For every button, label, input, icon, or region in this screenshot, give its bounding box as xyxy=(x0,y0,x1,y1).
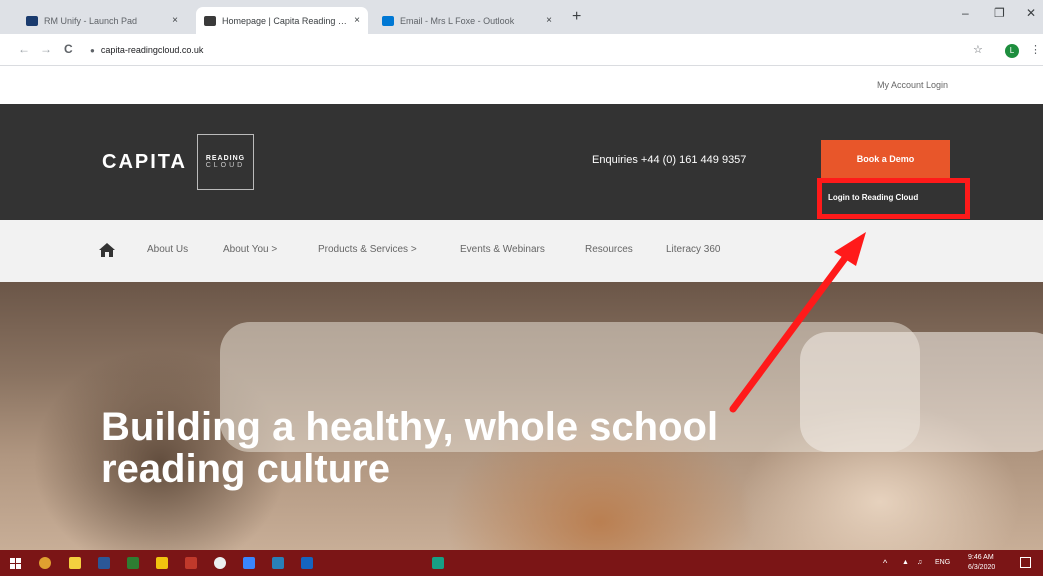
tray-chevron-icon[interactable]: ^ xyxy=(883,558,887,568)
volume-icon[interactable]: ♫ xyxy=(917,559,922,566)
excel-icon[interactable] xyxy=(127,557,139,569)
annotation-arrow xyxy=(729,232,866,413)
outlook-icon[interactable] xyxy=(301,557,313,569)
powerpoint-icon[interactable] xyxy=(185,557,197,569)
photos-icon[interactable] xyxy=(272,557,284,569)
network-icon[interactable]: ▲ xyxy=(902,559,909,566)
mail-icon[interactable] xyxy=(156,557,168,569)
notifications-icon[interactable] xyxy=(1020,557,1031,568)
screen: RM Unify - Launch Pad × Homepage | Capit… xyxy=(0,0,1043,576)
app-icon[interactable] xyxy=(432,557,444,569)
onedrive-icon[interactable] xyxy=(214,557,226,569)
store-icon[interactable] xyxy=(69,557,81,569)
word-icon[interactable] xyxy=(98,557,110,569)
windows-taskbar: ^ ▲ ♫ ENG 9:46 AM 6/3/2020 xyxy=(0,550,1043,576)
windows-start-icon[interactable] xyxy=(10,558,21,569)
chrome-icon[interactable] xyxy=(39,557,51,569)
clock-date[interactable]: 6/3/2020 xyxy=(968,564,995,571)
teams-icon[interactable] xyxy=(243,557,255,569)
clock-time[interactable]: 9:46 AM xyxy=(968,554,994,561)
language-indicator[interactable]: ENG xyxy=(935,559,950,566)
